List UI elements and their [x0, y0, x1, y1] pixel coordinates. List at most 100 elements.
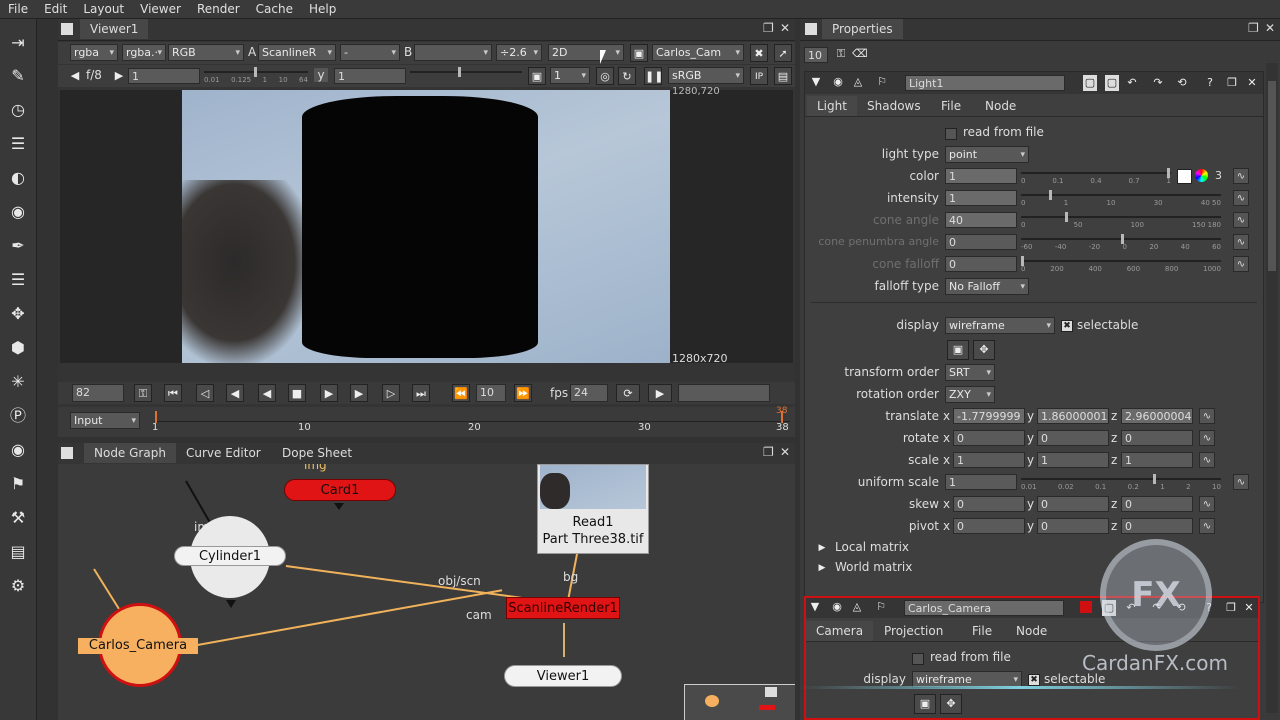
snap-menu-icon[interactable]: ✥ [973, 340, 995, 360]
tab-file[interactable]: File [962, 621, 1002, 641]
tab-properties[interactable]: Properties [822, 19, 903, 39]
pin-icon[interactable]: ⚐ [874, 599, 888, 615]
axis-icon[interactable]: ▣ [914, 694, 936, 714]
deep-d-icon[interactable]: Ⓟ [6, 404, 30, 428]
cone-angle-field[interactable]: 40 [945, 212, 1017, 228]
frame-step-field[interactable]: 10 [476, 384, 506, 402]
pivot-z-field[interactable]: 0 [1121, 518, 1193, 534]
scale-animation-icon[interactable]: ∿ [1199, 452, 1215, 468]
menu-render[interactable]: Render [189, 0, 248, 18]
gain-dropdown[interactable]: ÷2.6 [496, 44, 542, 61]
scale-z-field[interactable]: 1 [1121, 452, 1193, 468]
gain-field[interactable]: 1 [128, 68, 200, 84]
step-forward-icon[interactable]: ⏩ [514, 384, 532, 402]
uniform-scale-slider[interactable]: 0.01 0.02 0.1 0.2 1 2 10 [1021, 474, 1221, 491]
view-mode-dropdown[interactable]: 2D [548, 44, 624, 61]
menu-cache[interactable]: Cache [248, 0, 301, 18]
skew-y-field[interactable]: 0 [1037, 496, 1109, 512]
float-node-icon[interactable]: ❐ [1225, 75, 1239, 91]
a-input-dropdown[interactable]: ScanlineR [258, 44, 336, 61]
color-wheel-icon[interactable]: ◐ [6, 166, 30, 190]
node-color-icon[interactable]: ◬ [850, 599, 864, 615]
view-eye-icon[interactable]: ◉ [6, 438, 30, 462]
prev-keyframe-icon[interactable]: ◁ [196, 384, 214, 402]
light-type-dropdown[interactable]: point [945, 146, 1029, 163]
refresh-icon[interactable]: ↻ [618, 67, 636, 85]
tab-dope-sheet[interactable]: Dope Sheet [272, 443, 362, 463]
close-panel-icon[interactable]: ✕ [780, 21, 790, 35]
node-color-swatch[interactable] [1080, 601, 1092, 613]
axis-icon[interactable]: ▣ [947, 340, 969, 360]
stop-icon[interactable]: ■ [288, 384, 306, 402]
filter-circle-icon[interactable]: ◉ [6, 200, 30, 224]
skew-animation-icon[interactable]: ∿ [1199, 496, 1215, 512]
selectable-checkbox[interactable]: ✖ [1028, 674, 1040, 686]
cone-falloff-field[interactable]: 0 [945, 256, 1017, 272]
channel-count[interactable]: 3 [1215, 169, 1222, 182]
viewer-canvas[interactable]: 1280,720 1280x720 [60, 86, 793, 365]
node-graph-minimap[interactable] [684, 684, 795, 720]
pin-icon[interactable]: ⚐ [875, 74, 889, 90]
particles-icon[interactable]: ✳ [6, 370, 30, 394]
scale-y-field[interactable]: 1 [1037, 452, 1109, 468]
node-color-icon[interactable]: ◬ [851, 74, 865, 90]
merge-layers-icon[interactable]: ☰ [6, 268, 30, 292]
channels-dropdown[interactable]: rgba [70, 44, 118, 61]
menu-edit[interactable]: Edit [36, 0, 75, 18]
plugins-icon[interactable]: ⚙ [6, 574, 30, 598]
pivot-x-field[interactable]: 0 [953, 518, 1025, 534]
rotate-animation-icon[interactable]: ∿ [1199, 430, 1215, 446]
rotation-order-dropdown[interactable]: ZXY [945, 386, 995, 403]
panel-menu-icon[interactable] [805, 23, 817, 35]
fps-field[interactable]: 24 [570, 384, 608, 402]
render-region-icon[interactable]: ◎ [596, 67, 614, 85]
revert-icon[interactable]: ⟲ [1175, 75, 1189, 91]
properties-scrollbar[interactable] [1266, 63, 1278, 713]
colorspace-dropdown[interactable]: RGB [168, 44, 244, 61]
lock-icon[interactable]: ⚿ [134, 384, 152, 402]
fstop-increase-icon[interactable]: ▶ [114, 68, 124, 84]
color-wheel-icon[interactable] [1195, 169, 1208, 182]
tab-light[interactable]: Light [807, 96, 857, 116]
tab-node[interactable]: Node [1006, 621, 1057, 641]
color-swatch[interactable] [1177, 169, 1192, 184]
channel-stack-icon[interactable]: ☰ [6, 132, 30, 156]
timeline-ruler[interactable]: 38 1 10 20 30 38 [152, 406, 790, 435]
viewer1-node[interactable]: Viewer1 [504, 665, 622, 687]
tab-shadows[interactable]: Shadows [857, 96, 931, 116]
carlos-camera-node[interactable]: Carlos_Camera [78, 638, 198, 654]
collapse-icon[interactable]: ▼ [809, 74, 823, 90]
menu-layout[interactable]: Layout [75, 0, 132, 18]
read1-node[interactable]: Read1 Part Three38.tif [537, 464, 649, 554]
cone-penumbra-field[interactable]: 0 [945, 234, 1017, 250]
lock-camera-icon[interactable]: ▣ [630, 44, 648, 62]
tab-file[interactable]: File [931, 96, 971, 116]
display-dropdown[interactable]: wireframe [945, 317, 1055, 334]
help-icon[interactable]: ? [1203, 75, 1217, 91]
skew-x-field[interactable]: 0 [953, 496, 1025, 512]
cone-penumbra-slider[interactable]: -60 -40 -20 0 20 40 60 [1021, 234, 1221, 251]
read-from-file-checkbox[interactable] [912, 653, 924, 665]
translate-y-field[interactable]: 1.86000001 [1037, 408, 1109, 424]
last-frame-icon[interactable]: ⏭ [412, 384, 430, 402]
cone-falloff-slider[interactable]: 0 200 400 600 800 1000 [1021, 256, 1221, 273]
play-forward-icon[interactable]: ▶ [320, 384, 338, 402]
transform-order-dropdown[interactable]: SRT [945, 364, 995, 381]
lock-properties-icon[interactable]: ⚿ [834, 46, 848, 62]
cliptest-icon[interactable]: ▤ [774, 67, 792, 85]
metadata-tag-icon[interactable]: ⚑ [6, 472, 30, 496]
translate-animation-icon[interactable]: ∿ [1199, 408, 1215, 424]
menu-file[interactable]: File [0, 0, 36, 18]
close-panel-icon[interactable]: ✕ [1265, 21, 1275, 35]
camera-view-icon[interactable]: ✖ [750, 44, 768, 62]
transform-move-icon[interactable]: ✥ [6, 302, 30, 326]
furnace-icon[interactable]: ▤ [6, 540, 30, 564]
collapse-icon[interactable]: ▼ [808, 599, 822, 615]
translate-x-field[interactable]: -1.7799999 [953, 408, 1025, 424]
wipe-dropdown[interactable]: - [340, 44, 400, 61]
timeline-input-dropdown[interactable]: Input [70, 412, 140, 429]
color-slider[interactable]: 0 0.1 0.4 0.7 1 [1021, 168, 1171, 185]
selectable-checkbox[interactable]: ✖ [1061, 320, 1073, 332]
color-animation-icon[interactable]: ∿ [1233, 168, 1249, 184]
interactive-icon[interactable]: ➚ [774, 44, 792, 62]
